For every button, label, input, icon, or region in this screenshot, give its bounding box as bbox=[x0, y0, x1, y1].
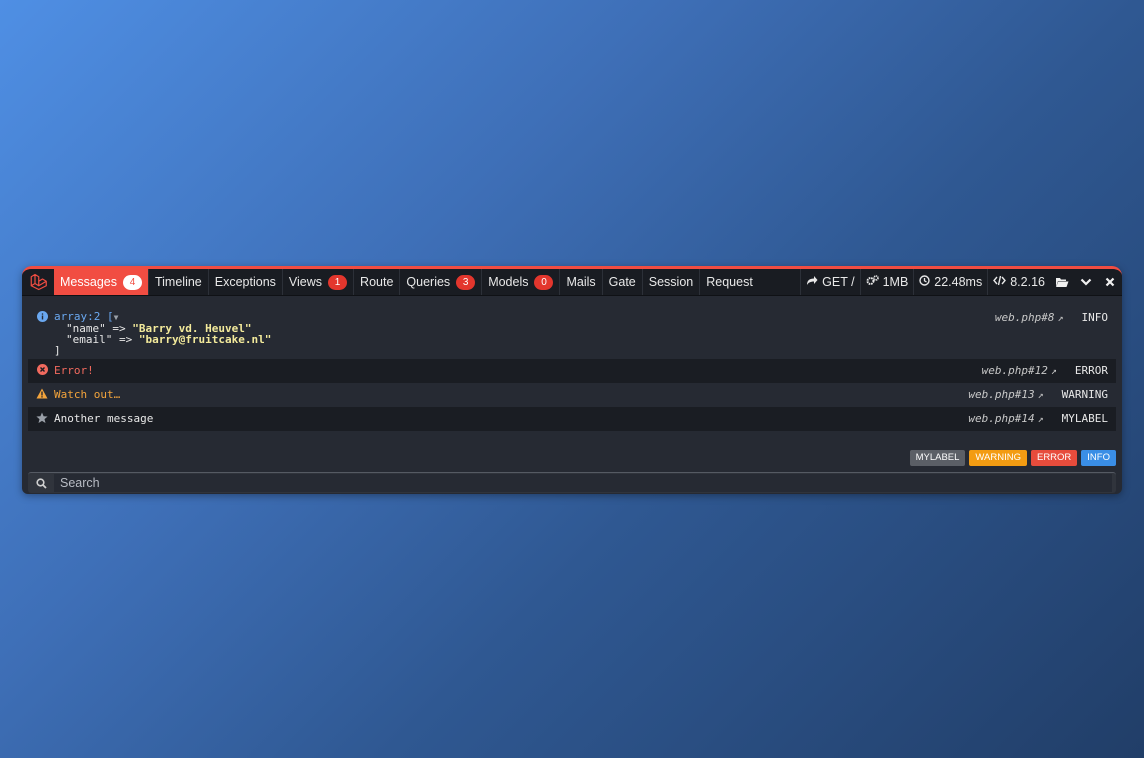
tab-mails[interactable]: Mails bbox=[560, 269, 603, 295]
memory-text: 1MB bbox=[882, 275, 909, 289]
duration-indicator[interactable]: 22.48ms bbox=[913, 269, 987, 295]
filter-warning-button[interactable]: WARNING bbox=[969, 450, 1027, 466]
message-text: Watch out… bbox=[54, 388, 121, 401]
message-row-mylabel: Another message web.php#14 ↗ MYLABEL bbox=[28, 407, 1116, 431]
search-icon bbox=[28, 477, 54, 489]
tab-label: Mails bbox=[566, 275, 596, 289]
level-label: MYLABEL bbox=[1061, 412, 1108, 425]
tab-label: Session bbox=[648, 275, 694, 289]
tab-count-badge: 4 bbox=[122, 274, 142, 290]
duration-text: 22.48ms bbox=[934, 275, 983, 289]
dump-arrow: => bbox=[112, 333, 139, 346]
tab-label: Gate bbox=[608, 275, 636, 289]
request-indicator[interactable]: GET / bbox=[800, 269, 859, 295]
tab-models[interactable]: Models 0 bbox=[482, 269, 561, 295]
open-folder-icon[interactable] bbox=[1050, 269, 1074, 295]
tab-views[interactable]: Views 1 bbox=[283, 269, 355, 295]
dump-close: ] bbox=[54, 344, 61, 357]
warning-triangle-icon bbox=[36, 388, 48, 400]
dump-key: "email" bbox=[66, 333, 113, 346]
file-link[interactable]: web.php#8 ↗ bbox=[995, 311, 1064, 324]
file-link[interactable]: web.php#13 ↗ bbox=[968, 388, 1043, 401]
messages-panel: array:2 [▼ "name" => "Barry vd. Heuvel" … bbox=[22, 296, 1122, 431]
file-link[interactable]: web.php#14 ↗ bbox=[968, 412, 1043, 425]
tab-label: Messages bbox=[60, 275, 117, 289]
file-link-text: web.php#13 bbox=[968, 388, 1035, 401]
info-icon bbox=[36, 311, 48, 323]
external-link-icon: ↗ bbox=[1037, 414, 1044, 425]
file-link-text: web.php#12 bbox=[981, 364, 1048, 377]
file-link[interactable]: web.php#12 ↗ bbox=[982, 364, 1057, 377]
external-link-icon: ↗ bbox=[1057, 313, 1064, 324]
level-filters: MYLABEL WARNING ERROR INFO bbox=[909, 450, 1116, 466]
tab-route[interactable]: Route bbox=[354, 269, 401, 295]
message-text: Error! bbox=[54, 364, 94, 377]
tab-count-badge: 1 bbox=[328, 274, 348, 290]
star-icon bbox=[36, 412, 48, 424]
file-link-text: web.php#14 bbox=[968, 412, 1035, 425]
search-bar bbox=[28, 472, 1116, 493]
request-text: GET / bbox=[822, 275, 855, 289]
cogs-icon bbox=[866, 275, 879, 289]
tab-label: Route bbox=[360, 275, 394, 289]
tab-messages[interactable]: Messages 4 bbox=[54, 269, 149, 295]
tab-count-badge: 0 bbox=[534, 274, 554, 290]
message-row-error: Error! web.php#12 ↗ ERROR bbox=[28, 359, 1116, 383]
header-spacer bbox=[759, 269, 800, 295]
external-link-icon: ↗ bbox=[1037, 390, 1044, 401]
tab-label: Exceptions bbox=[214, 275, 276, 289]
code-icon bbox=[993, 275, 1007, 289]
close-icon[interactable] bbox=[1098, 269, 1122, 295]
level-label: INFO bbox=[1081, 311, 1109, 324]
level-label: WARNING bbox=[1061, 388, 1108, 401]
php-version-text: 8.2.16 bbox=[1010, 275, 1045, 289]
php-version-indicator[interactable]: 8.2.16 bbox=[987, 269, 1050, 295]
message-text: Another message bbox=[54, 412, 154, 425]
share-icon bbox=[806, 275, 818, 289]
clock-icon bbox=[919, 275, 930, 289]
tab-label: Timeline bbox=[154, 275, 202, 289]
dump-toggle[interactable]: ▼ bbox=[114, 313, 119, 322]
filter-error-button[interactable]: ERROR bbox=[1030, 450, 1078, 466]
search-input[interactable] bbox=[54, 474, 1112, 492]
memory-indicator[interactable]: 1MB bbox=[859, 269, 914, 295]
tab-exceptions[interactable]: Exceptions bbox=[209, 269, 283, 295]
tab-label: Queries bbox=[406, 275, 451, 289]
tab-count-badge: 3 bbox=[456, 274, 476, 290]
tab-session[interactable]: Session bbox=[643, 269, 701, 295]
tab-request[interactable]: Request bbox=[700, 269, 759, 295]
external-link-icon: ↗ bbox=[1050, 366, 1057, 377]
tab-queries[interactable]: Queries 3 bbox=[400, 269, 483, 295]
filter-mylabel-button[interactable]: MYLABEL bbox=[909, 450, 966, 466]
file-link-text: web.php#8 bbox=[994, 311, 1055, 324]
message-row-warning: Watch out… web.php#13 ↗ WARNING bbox=[28, 383, 1116, 407]
minimize-chevron-down-icon[interactable] bbox=[1074, 269, 1098, 295]
level-label: ERROR bbox=[1074, 364, 1108, 377]
message-row-info: array:2 [▼ "name" => "Barry vd. Heuvel" … bbox=[28, 306, 1116, 357]
laravel-logo-icon[interactable] bbox=[22, 269, 54, 295]
tab-gate[interactable]: Gate bbox=[603, 269, 643, 295]
tab-label: Views bbox=[288, 275, 323, 289]
debugbar: Messages 4 Timeline Exceptions Views 1 R… bbox=[22, 266, 1122, 494]
tab-timeline[interactable]: Timeline bbox=[149, 269, 209, 295]
error-circle-icon bbox=[36, 364, 48, 376]
filter-info-button[interactable]: INFO bbox=[1081, 450, 1116, 466]
tab-label: Request bbox=[706, 275, 753, 289]
dump-value: "barry@fruitcake.nl" bbox=[138, 333, 272, 346]
debugbar-header: Messages 4 Timeline Exceptions Views 1 R… bbox=[22, 269, 1122, 296]
tab-label: Models bbox=[488, 275, 529, 289]
